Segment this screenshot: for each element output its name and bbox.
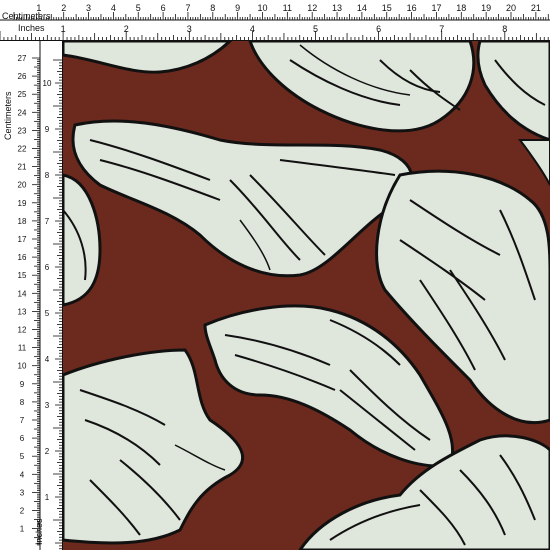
fabric-print <box>63 41 550 550</box>
left-cm-tick-label: 15 <box>18 271 27 280</box>
left-cm-tick-label: 14 <box>18 289 27 298</box>
top-cm-tick-label: 19 <box>481 3 491 13</box>
top-cm-tick-label: 3 <box>86 3 91 13</box>
left-cm-tick-label: 17 <box>18 235 27 244</box>
top-ruler: 1 2 3 4 5 6 7 8 9 10 11 12 13 14 15 16 17 18 19 20 21 123456… <box>0 0 550 41</box>
left-cm-tick-label: 11 <box>18 344 27 353</box>
top-cm-tick-label: 7 <box>185 3 190 13</box>
left-cm-tick-label: 13 <box>18 307 27 316</box>
left-ruler: 2726252423222120191817161514131211109876… <box>0 41 63 550</box>
left-inch-tick-label: 4 <box>45 355 50 364</box>
left-cm-tick-label: 9 <box>20 380 25 389</box>
top-inch-tick-label: 6 <box>376 24 381 34</box>
left-ruler-inch-unit-label: Inches <box>34 518 44 545</box>
left-cm-tick-label: 18 <box>18 217 27 226</box>
left-cm-tick-label: 19 <box>18 199 27 208</box>
left-inch-tick-label: 3 <box>45 401 50 410</box>
top-inch-tick-label: 5 <box>313 24 318 34</box>
left-cm-tick-label: 24 <box>18 108 27 117</box>
top-cm-tick-label: 16 <box>407 3 417 13</box>
left-inch-tick-label: 8 <box>45 171 50 180</box>
left-cm-tick-label: 25 <box>18 90 27 99</box>
left-cm-tick-label: 23 <box>18 126 27 135</box>
top-cm-tick-label: 20 <box>506 3 516 13</box>
top-inch-tick-label: 8 <box>502 24 507 34</box>
top-cm-tick-label: 15 <box>382 3 392 13</box>
left-cm-tick-label: 5 <box>20 452 25 461</box>
left-cm-tick-label: 27 <box>18 54 27 63</box>
left-cm-tick-label: 8 <box>20 398 25 407</box>
left-inch-tick-label: 1 <box>45 493 50 502</box>
left-cm-tick-label: 22 <box>18 145 27 154</box>
fabric-swatch-with-rulers: 1 2 3 4 5 6 7 8 9 10 11 12 13 14 15 16 17 18 19 20 21 123456… <box>0 0 550 550</box>
left-cm-tick-label: 6 <box>20 434 25 443</box>
left-cm-tick-label: 1 <box>20 525 25 534</box>
top-cm-tick-label: 13 <box>332 3 342 13</box>
left-inch-tick-label: 7 <box>45 217 50 226</box>
top-inch-tick-label: 4 <box>250 24 255 34</box>
left-inch-tick-label: 2 <box>45 447 50 456</box>
top-cm-tick-label: 12 <box>307 3 317 13</box>
left-cm-tick-label: 4 <box>20 470 25 479</box>
left-cm-tick-label: 20 <box>18 181 27 190</box>
left-inch-tick-label: 10 <box>43 79 52 88</box>
left-inch-tick-label: 6 <box>45 263 50 272</box>
top-ruler-inch-unit-label: Inches <box>18 23 45 33</box>
top-cm-tick-label: 18 <box>456 3 466 13</box>
left-inch-tick-label: 5 <box>45 309 50 318</box>
left-cm-tick-label: 16 <box>18 253 27 262</box>
top-cm-tick-label: 17 <box>431 3 441 13</box>
left-cm-tick-label: 12 <box>18 326 27 335</box>
top-inch-tick-label: 1 <box>61 24 66 34</box>
top-cm-tick-label: 21 <box>531 3 541 13</box>
left-cm-tick-label: 26 <box>18 72 27 81</box>
top-cm-tick-label: 10 <box>257 3 267 13</box>
top-cm-tick-label: 2 <box>61 3 66 13</box>
top-inch-tick-label: 2 <box>124 24 129 34</box>
top-inch-tick-label: 3 <box>187 24 192 34</box>
left-cm-tick-label: 7 <box>20 416 25 425</box>
top-cm-tick-label: 5 <box>136 3 141 13</box>
top-cm-tick-label: 9 <box>235 3 240 13</box>
top-cm-tick-label: 6 <box>161 3 166 13</box>
left-cm-tick-label: 21 <box>18 163 27 172</box>
top-cm-tick-label: 4 <box>111 3 116 13</box>
top-cm-tick-label: 8 <box>210 3 215 13</box>
top-cm-tick-label: 14 <box>357 3 367 13</box>
left-inch-tick-label: 9 <box>45 125 50 134</box>
top-ruler-cm-unit-label: Centimeters <box>2 11 51 21</box>
top-inch-tick-label: 7 <box>439 24 444 34</box>
top-cm-tick-label: 11 <box>283 3 292 13</box>
left-cm-tick-label: 10 <box>18 362 27 371</box>
left-ruler-cm-unit-label: Centimeters <box>3 91 13 140</box>
left-cm-tick-label: 2 <box>20 507 25 516</box>
left-cm-tick-label: 3 <box>20 488 25 497</box>
